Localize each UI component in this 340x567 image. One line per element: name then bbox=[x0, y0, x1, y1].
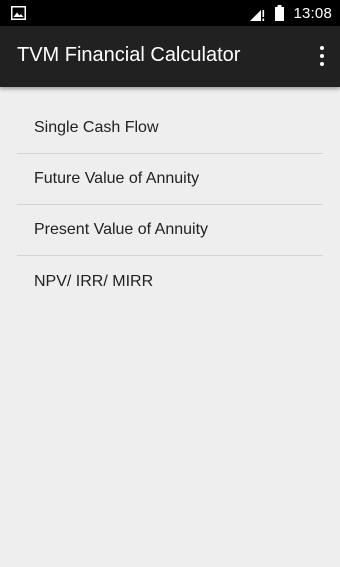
menu-item-label: Future Value of Annuity bbox=[34, 170, 200, 187]
image-icon bbox=[11, 6, 26, 20]
calculator-menu: Single Cash Flow Future Value of Annuity… bbox=[17, 103, 323, 307]
overflow-dot bbox=[320, 46, 324, 50]
battery-icon bbox=[275, 5, 285, 21]
signal-icon bbox=[250, 9, 265, 21]
menu-item-present-value-annuity[interactable]: Present Value of Annuity bbox=[17, 205, 323, 256]
clock: 13:08 bbox=[293, 4, 332, 22]
more-vert-icon[interactable] bbox=[316, 44, 328, 68]
menu-item-single-cash-flow[interactable]: Single Cash Flow bbox=[17, 103, 323, 154]
menu-item-npv-irr-mirr[interactable]: NPV/ IRR/ MIRR bbox=[17, 256, 323, 307]
app-title: TVM Financial Calculator bbox=[17, 44, 241, 66]
menu-item-label: Present Value of Annuity bbox=[34, 221, 209, 238]
overflow-dot bbox=[320, 54, 324, 58]
menu-item-future-value-annuity[interactable]: Future Value of Annuity bbox=[17, 154, 323, 205]
menu-item-label: Single Cash Flow bbox=[34, 119, 159, 136]
status-icons: 13:08 bbox=[250, 0, 332, 26]
status-bar: 13:08 bbox=[0, 0, 340, 26]
menu-item-label: NPV/ IRR/ MIRR bbox=[34, 272, 154, 290]
overflow-dot bbox=[320, 62, 324, 66]
app-bar: TVM Financial Calculator bbox=[0, 26, 340, 87]
